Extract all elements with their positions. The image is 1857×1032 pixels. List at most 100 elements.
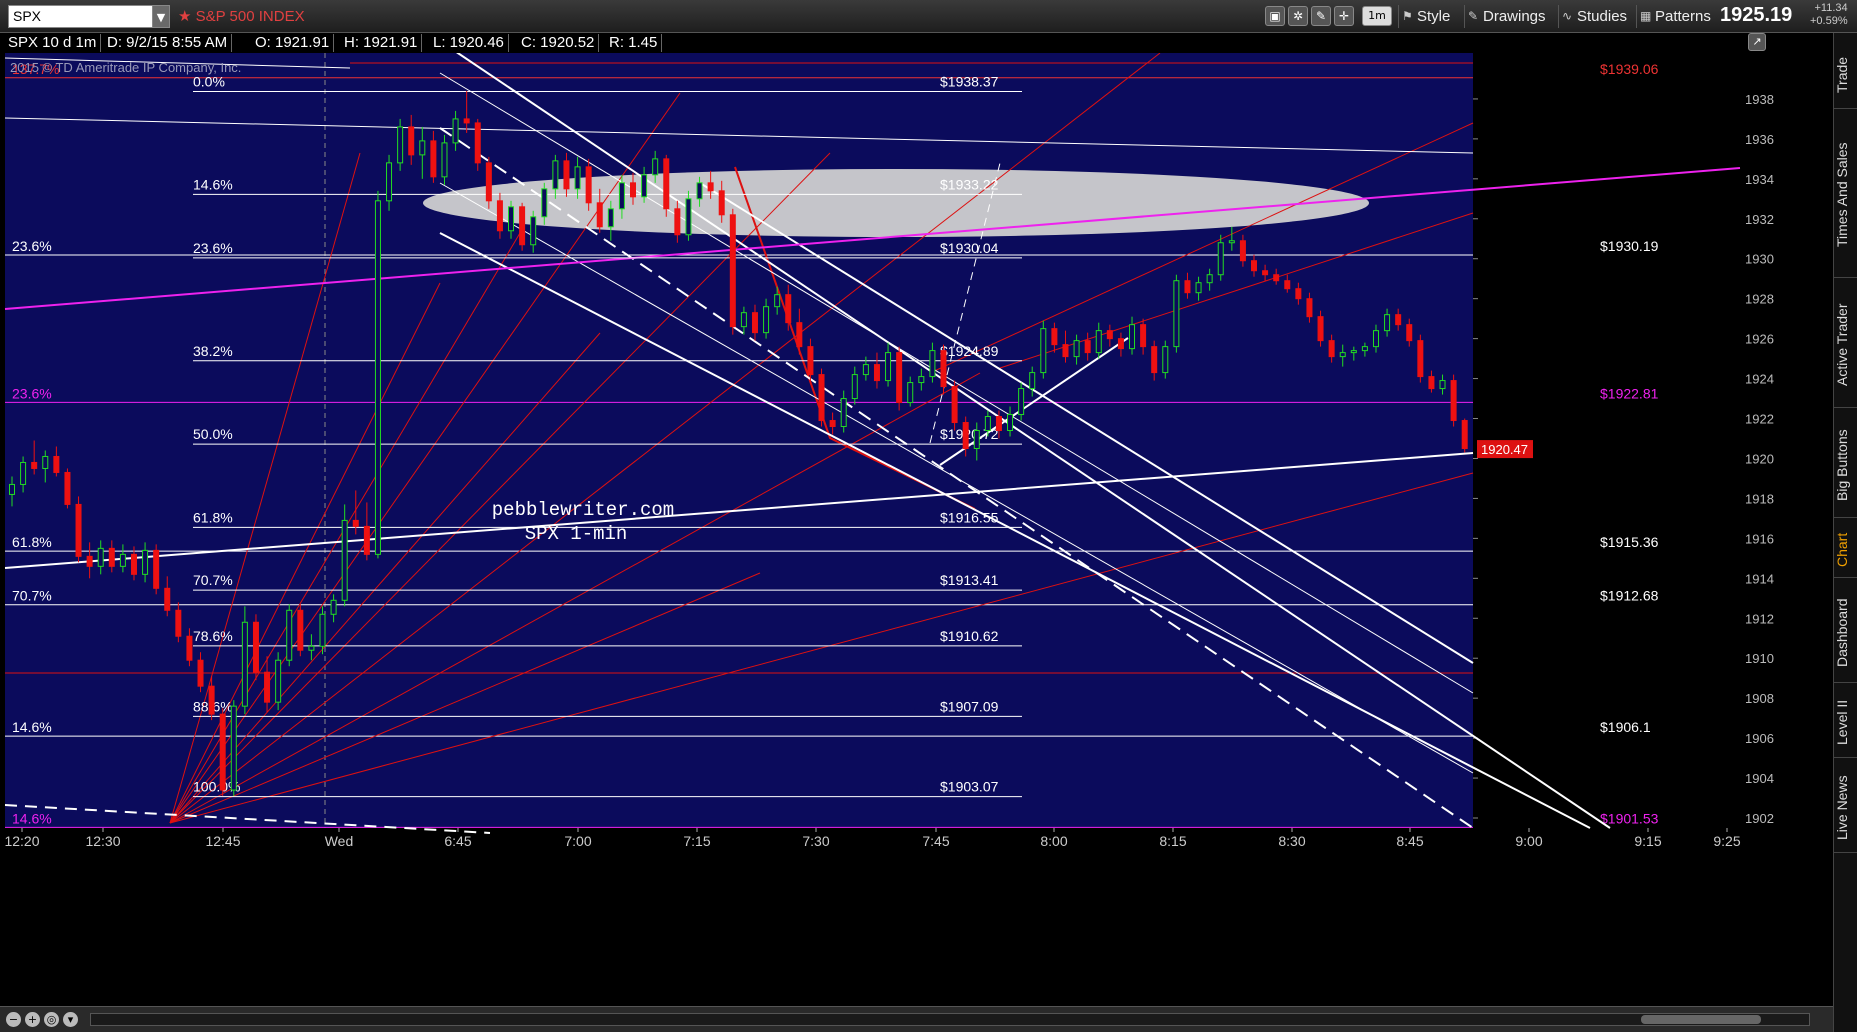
wide-fib-price-label: $1915.36 — [1600, 534, 1659, 550]
candle-body — [1317, 316, 1324, 342]
net-change-value: +11.34 — [1814, 2, 1848, 14]
candle-body — [164, 587, 171, 611]
candle-body — [1062, 344, 1069, 358]
info-open: O: 1921.91 — [251, 34, 335, 52]
candle-body — [297, 609, 304, 651]
x-tick-label: 9:25 — [1713, 833, 1740, 849]
wide-fib-pct-label: 23.6% — [12, 385, 52, 401]
candle-body — [907, 382, 914, 404]
candle-body — [1339, 352, 1346, 358]
y-tick-label: 1928 — [1745, 292, 1774, 307]
candle-body — [541, 188, 548, 218]
gear-icon[interactable]: ✲ — [1288, 6, 1308, 26]
candle-body — [230, 705, 237, 791]
tab-trade[interactable]: Trade — [1834, 41, 1857, 109]
fib-price-label: $1930.04 — [940, 240, 999, 256]
cursor-icon[interactable]: ↗ — [1748, 33, 1766, 51]
candle-body — [1217, 242, 1224, 276]
candle-body — [984, 416, 991, 432]
y-tick-label: 1906 — [1745, 731, 1774, 746]
x-tick-label: 7:30 — [802, 833, 829, 849]
candle-body — [596, 202, 603, 228]
tab-chart[interactable]: Chart — [1834, 523, 1857, 578]
sidebar: Trade Times And Sales Active Trader Big … — [1833, 33, 1857, 1032]
zoom-fit-icon[interactable]: ◎ — [44, 1012, 59, 1027]
last-price: 1925.19 — [1720, 4, 1793, 26]
candle-body — [1461, 420, 1468, 449]
x-tick-label: Wed — [325, 833, 354, 849]
candle-body — [1406, 324, 1413, 342]
candle-body — [1095, 330, 1102, 354]
horizontal-scrollbar[interactable] — [90, 1013, 1810, 1026]
drawing-tool-icon[interactable]: ✎ — [1311, 6, 1331, 26]
tab-dashboard[interactable]: Dashboard — [1834, 583, 1857, 683]
info-close: C: 1920.52 — [517, 34, 600, 52]
wide-fib-price-label: $1906.1 — [1600, 719, 1651, 735]
candle-body — [563, 160, 570, 190]
crosshair-icon[interactable]: ✛ — [1334, 6, 1354, 26]
wide-fib-price-label: $1901.53 — [1600, 810, 1659, 826]
drawings-button-label: Drawings — [1483, 8, 1546, 25]
candle-body — [896, 352, 903, 404]
candle-body — [873, 364, 880, 382]
candle-body — [1206, 274, 1213, 284]
symbol-name: ★ S&P 500 INDEX — [178, 7, 305, 25]
candle-body — [973, 430, 980, 449]
symbol-dropdown-button[interactable]: ▼ — [152, 5, 170, 28]
fib-pct-label: 50.0% — [193, 426, 233, 442]
x-tick-label: 7:00 — [564, 833, 591, 849]
style-button[interactable]: ⚑ Style — [1398, 5, 1450, 28]
candle-body — [1117, 338, 1124, 350]
y-tick-label: 1926 — [1745, 332, 1774, 347]
x-tick-label: 9:15 — [1634, 833, 1661, 849]
drawings-button[interactable]: ✎ Drawings — [1464, 5, 1546, 28]
candle-body — [42, 455, 49, 469]
zoom-in-icon[interactable]: + — [25, 1012, 40, 1027]
candle-body — [840, 398, 847, 428]
candle-body — [751, 312, 758, 334]
fib-price-label: $1938.37 — [940, 74, 999, 90]
fib-price-label: $1916.55 — [940, 509, 999, 525]
candle-body — [97, 547, 104, 567]
scrollbar-thumb[interactable] — [1641, 1015, 1761, 1024]
wide-fib-price-label: $1930.19 — [1600, 238, 1659, 254]
y-tick-label: 1912 — [1745, 611, 1774, 626]
x-tick-label: 12:20 — [4, 833, 39, 849]
candle-body — [1239, 240, 1246, 262]
tab-times-and-sales[interactable]: Times And Sales — [1834, 113, 1857, 278]
y-tick-label: 1938 — [1745, 92, 1774, 107]
chart-area[interactable]: 12:20 12:30 12:45 Wed 6:45 7:00 7:15 7:30 7:45 8:… — [0, 33, 1833, 1006]
candle-body — [341, 519, 348, 601]
candle-body — [75, 503, 82, 557]
candle-body — [463, 118, 470, 124]
tab-active-trader[interactable]: Active Trader — [1834, 283, 1857, 408]
zoom-out-icon[interactable]: − — [6, 1012, 21, 1027]
tab-level-ii[interactable]: Level II — [1834, 688, 1857, 758]
symbol-input[interactable]: SPX — [8, 5, 153, 28]
y-tick-label: 1930 — [1745, 252, 1774, 267]
studies-button[interactable]: ∿ Studies — [1558, 5, 1627, 28]
zoom-menu-icon[interactable]: ▾ — [63, 1012, 78, 1027]
candle-body — [374, 200, 381, 555]
camera-icon[interactable]: ▣ — [1265, 6, 1285, 26]
candle-body — [962, 422, 969, 449]
x-tick-label: 8:15 — [1159, 833, 1186, 849]
candle-body — [663, 158, 670, 210]
tab-big-buttons[interactable]: Big Buttons — [1834, 413, 1857, 518]
candle-body — [630, 182, 637, 198]
style-button-label: Style — [1417, 8, 1451, 25]
info-low: L: 1920.46 — [429, 34, 509, 52]
y-tick-label: 1920 — [1745, 451, 1774, 466]
candle-body — [1106, 330, 1113, 340]
candle-body — [20, 461, 27, 485]
patterns-button[interactable]: ▦ Patterns — [1636, 5, 1711, 28]
candle-body — [763, 306, 770, 334]
candle-body — [208, 685, 215, 715]
pencil-icon: ✎ — [1468, 9, 1479, 23]
candle-body — [1040, 328, 1047, 374]
tab-live-news[interactable]: Live News — [1834, 763, 1857, 853]
candle-body — [995, 416, 1002, 432]
fib-price-label: $1903.07 — [940, 779, 999, 795]
interval-button[interactable]: 1m — [1362, 6, 1392, 26]
info-high: H: 1921.91 — [340, 34, 423, 52]
